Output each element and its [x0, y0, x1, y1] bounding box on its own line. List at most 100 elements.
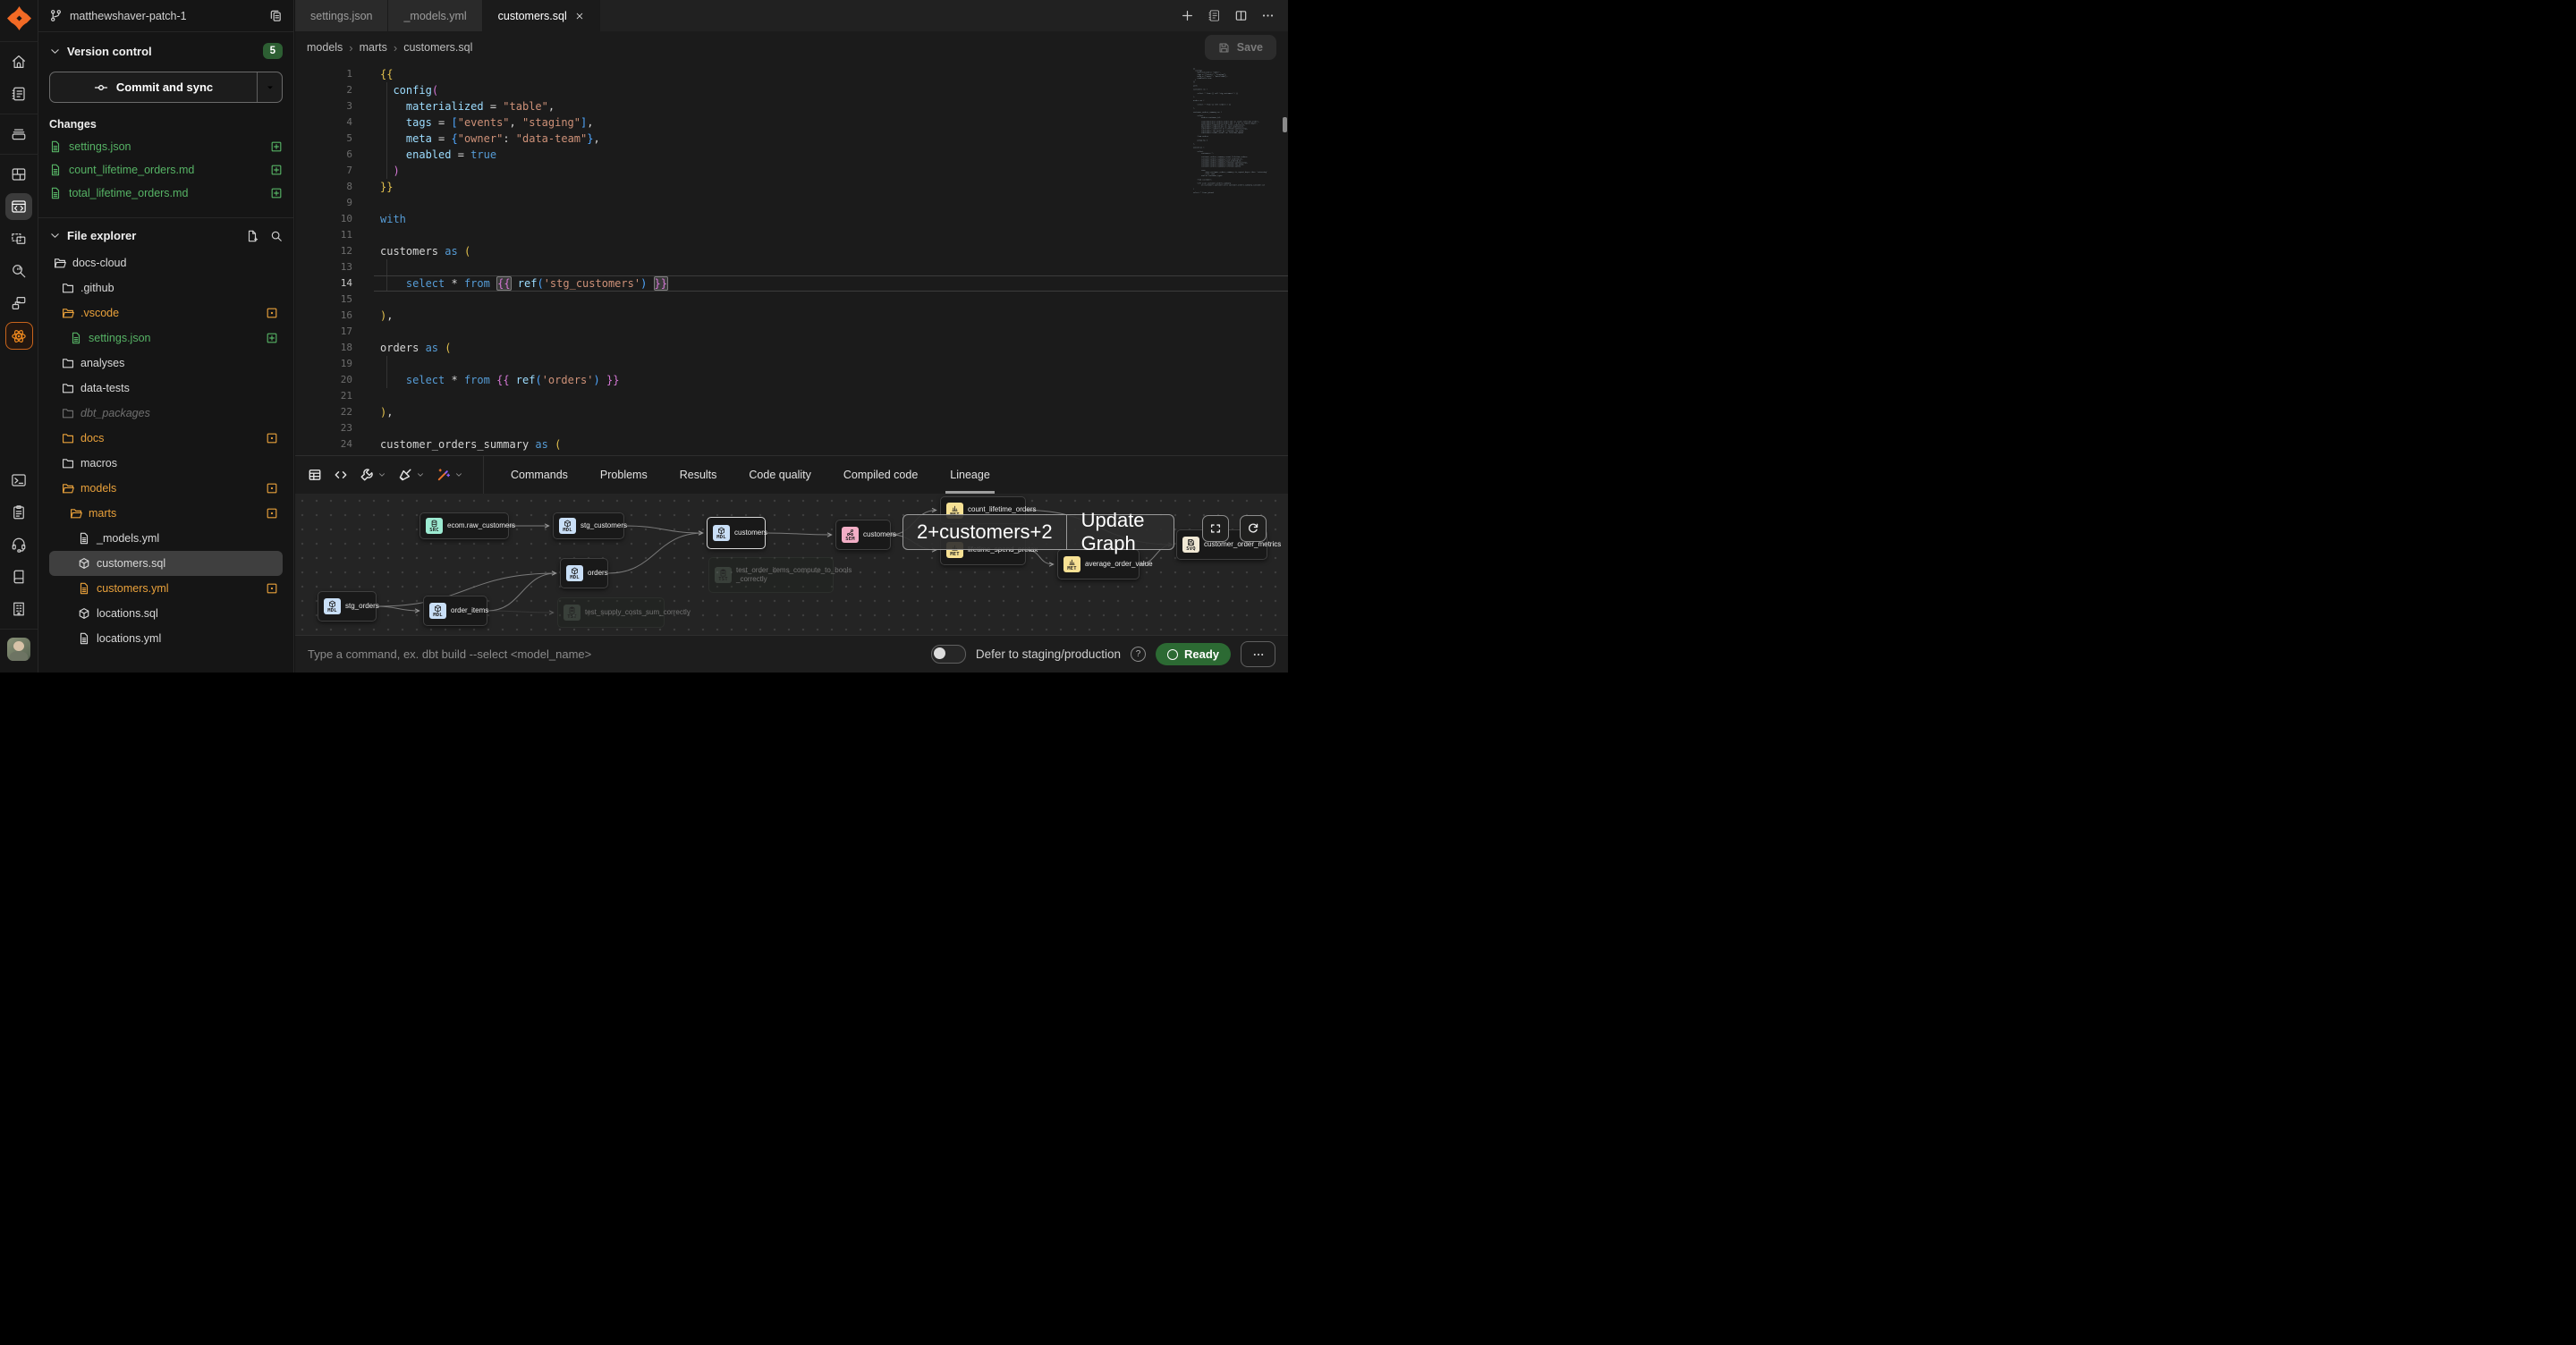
panel-tab-Results[interactable]: Results — [680, 456, 717, 494]
rail-item-dashboard[interactable] — [5, 161, 32, 188]
rail-item-home[interactable] — [5, 48, 32, 75]
tree-item-customers.yml[interactable]: customers.yml — [49, 576, 283, 601]
changed-file-row[interactable]: settings.json — [49, 135, 283, 158]
defer-toggle[interactable] — [931, 645, 966, 664]
breadcrumb-models[interactable]: models — [307, 41, 343, 54]
tree-item-.vscode[interactable]: .vscode — [49, 300, 283, 326]
rail-item-orchestration[interactable] — [5, 290, 32, 317]
stage-file-icon[interactable] — [270, 164, 283, 176]
editor-scrollbar[interactable] — [1282, 63, 1288, 455]
panel-tab-Code quality[interactable]: Code quality — [749, 456, 811, 494]
branch-selector[interactable]: matthewshaver-patch-1 — [38, 0, 293, 32]
rail-item-avatar[interactable] — [5, 636, 32, 663]
panel-tab-Commands[interactable]: Commands — [511, 456, 568, 494]
help-icon[interactable]: ? — [1131, 647, 1146, 662]
panel-tab-Compiled code[interactable]: Compiled code — [843, 456, 918, 494]
notebook-icon[interactable] — [1208, 9, 1221, 22]
close-tab-icon[interactable] — [575, 12, 584, 21]
tree-item-macros[interactable]: macros — [49, 451, 283, 476]
tree-item-marts[interactable]: marts — [49, 501, 283, 526]
rail-item-canvas[interactable] — [5, 225, 32, 252]
ellipsis-icon[interactable] — [1261, 9, 1275, 22]
lineage-refresh-button[interactable] — [1240, 515, 1267, 542]
lineage-node-stg_orders[interactable]: MDLstg_orders — [318, 591, 377, 622]
tree-item-.github[interactable]: .github — [49, 275, 283, 300]
status-badge[interactable]: Ready — [1156, 643, 1231, 665]
columns-icon[interactable] — [1234, 9, 1248, 22]
code-editor[interactable]: 123456789101112131415161718192021222324 … — [295, 63, 1288, 455]
rail-item-code-editor[interactable] — [5, 193, 32, 220]
update-graph-button[interactable]: Update Graph — [1067, 515, 1174, 549]
tree-item-models[interactable]: models — [49, 476, 283, 501]
dot-badge-icon[interactable] — [266, 482, 278, 495]
chevron-down-icon[interactable] — [49, 230, 61, 241]
copy-icon[interactable] — [269, 9, 283, 22]
tree-item-label: .github — [80, 282, 114, 294]
rail-item-terminal[interactable] — [5, 467, 32, 494]
commit-and-sync-button[interactable]: Commit and sync — [49, 72, 283, 103]
lineage-node-customers[interactable]: MDLcustomers — [707, 517, 766, 549]
panel-tab-Problems[interactable]: Problems — [600, 456, 648, 494]
rail-item-atom[interactable] — [5, 322, 33, 350]
command-bar[interactable]: Type a command, ex. dbt build --select <… — [295, 635, 1288, 672]
lineage-node-orders[interactable]: MDLorders — [560, 558, 608, 588]
lineage-node-customers[interactable]: SEMcustomers — [835, 520, 891, 550]
tree-item-docs[interactable]: docs — [49, 426, 283, 451]
dbt-logo-icon[interactable] — [7, 6, 31, 30]
editor-tab-_models.yml[interactable]: _models.yml — [388, 0, 482, 31]
lineage-node-ecom.raw_customers[interactable]: SRCecom.raw_customers — [419, 512, 509, 539]
dot-badge-icon[interactable] — [266, 432, 278, 444]
command-input-placeholder[interactable]: Type a command, ex. dbt build --select <… — [308, 647, 591, 661]
tree-item-dbt_packages[interactable]: dbt_packages — [49, 401, 283, 426]
tree-item-locations.yml[interactable]: locations.yml — [49, 626, 283, 651]
lineage-node-stg_customers[interactable]: MDLstg_customers — [553, 512, 624, 539]
tree-item-locations.sql[interactable]: locations.sql — [49, 601, 283, 626]
tree-item-_models.yml[interactable]: _models.yml — [49, 526, 283, 551]
lineage-node-order_items[interactable]: MDLorder_items — [423, 596, 487, 626]
rail-item-book[interactable] — [5, 563, 32, 590]
panel-tool-table[interactable] — [308, 468, 322, 482]
panel-tab-Lineage[interactable]: Lineage — [950, 456, 990, 494]
panel-tool-wrench[interactable] — [360, 468, 386, 482]
changed-file-row[interactable]: count_lifetime_orders.md — [49, 158, 283, 182]
chevron-down-icon[interactable] — [49, 46, 61, 57]
minimap[interactable]: {{ config( materialized = "table", tags … — [1193, 68, 1272, 265]
search-icon[interactable] — [270, 230, 283, 242]
new-file-icon[interactable] — [246, 230, 258, 242]
tree-item-customers.sql[interactable]: customers.sql — [49, 551, 283, 576]
tree-item-docs-cloud[interactable]: docs-cloud — [49, 250, 283, 275]
panel-tool-broom[interactable] — [398, 468, 425, 482]
lineage-node-test_order_items_compute_to_bools[interactable]: TSTtest_order_items_compute_to_bools _co… — [708, 557, 834, 593]
plus-icon[interactable] — [1181, 9, 1194, 22]
tree-item-data-tests[interactable]: data-tests — [49, 376, 283, 401]
dot-badge-icon[interactable] — [266, 507, 278, 520]
panel-tool-code-tag[interactable] — [334, 468, 348, 482]
lineage-fullscreen-button[interactable] — [1202, 515, 1229, 542]
rail-item-stack[interactable] — [5, 121, 32, 148]
panel-tool-wand[interactable] — [436, 468, 463, 482]
editor-tab-settings.json[interactable]: settings.json — [295, 0, 388, 31]
lineage-selector-input[interactable]: 2+customers+2 — [903, 515, 1066, 549]
rail-item-insights[interactable] — [5, 258, 32, 284]
save-button[interactable]: Save — [1205, 35, 1276, 60]
changed-file-row[interactable]: total_lifetime_orders.md — [49, 182, 283, 205]
rail-item-headset[interactable] — [5, 531, 32, 558]
stage-file-icon[interactable] — [270, 140, 283, 153]
commit-options-chevron[interactable] — [258, 72, 282, 102]
rail-item-building[interactable] — [5, 596, 32, 622]
rail-item-clipboard[interactable] — [5, 499, 32, 526]
stage-file-icon[interactable] — [270, 187, 283, 199]
tab-label: customers.sql — [498, 10, 567, 22]
dot-badge-icon[interactable] — [266, 307, 278, 319]
tree-item-analyses[interactable]: analyses — [49, 351, 283, 376]
tree-item-settings.json[interactable]: settings.json — [49, 326, 283, 351]
editor-tab-customers.sql[interactable]: customers.sql — [483, 0, 600, 31]
dot-badge-icon[interactable] — [266, 582, 278, 595]
lineage-canvas[interactable]: SRCecom.raw_customers MDLstg_customers MDL… — [295, 494, 1288, 635]
plus-badge-icon[interactable] — [266, 332, 278, 344]
lineage-node-test_supply_costs_sum_correctly[interactable]: TSTtest_supply_costs_sum_correctly — [557, 597, 665, 628]
breadcrumb-file[interactable]: customers.sql — [403, 41, 472, 54]
rail-item-notebook[interactable] — [5, 80, 32, 107]
breadcrumb-marts[interactable]: marts — [360, 41, 387, 54]
more-options-button[interactable] — [1241, 641, 1275, 667]
